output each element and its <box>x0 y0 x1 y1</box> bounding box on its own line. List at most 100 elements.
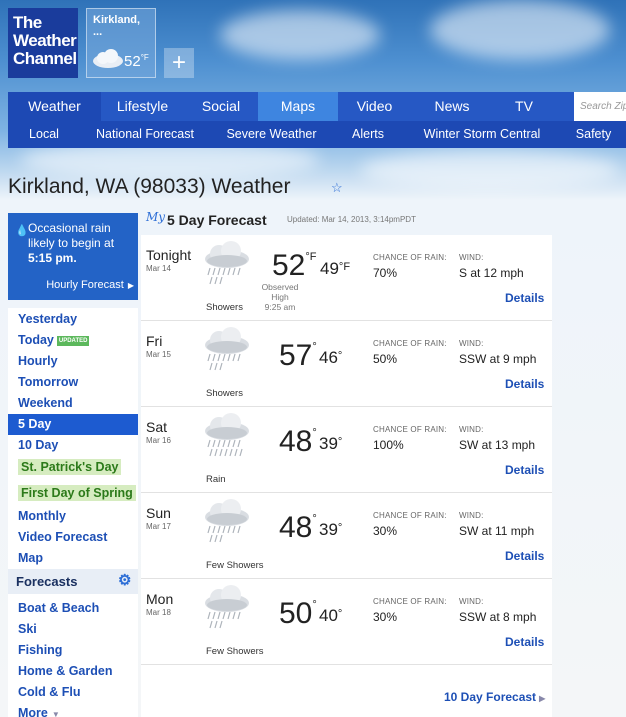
details-link[interactable]: Details <box>505 635 544 649</box>
low-temp-value: 40 <box>319 606 338 625</box>
low-temp-value: 49 <box>320 259 339 278</box>
high-temp-value: 52 <box>272 249 306 282</box>
low-temp: 49°F <box>320 259 350 279</box>
high-temp-value: 48 <box>279 425 313 458</box>
temp-unit: ° <box>337 522 343 534</box>
sidebar-item-weekend[interactable]: Weekend <box>8 393 138 414</box>
chance-of-rain-value: 70% <box>373 266 398 280</box>
forecast-day-row: Sun Mar 17 Few Showers 48° 39° CHANCE OF RAIN… <box>141 493 552 579</box>
showers-icon <box>205 499 249 543</box>
day-name: Tonight <box>146 247 192 263</box>
forecast-day-row: Fri Mar 15 Showers 57° 46° CHANCE OF RAIN: 50%… <box>141 321 552 407</box>
nav-tab-video[interactable]: Video <box>338 92 411 121</box>
nav-tab-maps[interactable]: Maps <box>258 92 338 121</box>
sidebar-item-label: First Day of Spring <box>18 485 136 501</box>
details-link[interactable]: Details <box>505 549 544 563</box>
sidebar-item-hourly[interactable]: Hourly <box>8 351 138 372</box>
chance-of-rain-label: CHANCE OF RAIN: <box>373 253 447 262</box>
sidebar-item-today[interactable]: Today UPDATED <box>8 330 138 351</box>
nav-tab-lifestyle[interactable]: Lifestyle <box>101 92 184 121</box>
sidebar-item-first-day-of-spring[interactable]: First Day of Spring <box>8 483 138 504</box>
sidebar-item-label: Hourly <box>18 354 58 368</box>
background-cloud <box>360 150 620 190</box>
observed-line: High <box>271 292 289 302</box>
sub-nav: Local National Forecast Severe Weather Aler… <box>8 121 626 148</box>
wind-value: S at 12 mph <box>459 266 524 280</box>
condition-text: Showers <box>206 302 243 313</box>
sidebar-item-label: 5 Day <box>18 417 52 431</box>
star-icon[interactable]: ☆ <box>331 180 343 196</box>
day-name: Sat <box>146 419 168 435</box>
nav-tab-tv[interactable]: TV <box>493 92 555 121</box>
forecast-day-row: Tonight Mar 14 Showers 52°F 49°F Observed High… <box>141 235 552 321</box>
add-location-button[interactable]: + <box>164 48 194 78</box>
wind-value: SSW at 8 mph <box>459 610 537 624</box>
subnav-alerts[interactable]: Alerts <box>333 121 403 148</box>
wind-label: WIND: <box>459 511 484 520</box>
saved-location-tile[interactable]: Kirkland, ... 52°F <box>86 8 156 78</box>
chance-of-rain-value: 30% <box>373 610 398 624</box>
temp-unit: ° <box>312 341 317 353</box>
forecast-link-label: Fishing <box>18 643 63 657</box>
subnav-severe-weather[interactable]: Severe Weather <box>210 121 333 148</box>
low-temp-value: 39 <box>319 520 338 539</box>
chance-of-rain-label: CHANCE OF RAIN: <box>373 511 447 520</box>
alert-message: Occasional rain likely to begin at 5:15 … <box>28 221 115 265</box>
chance-of-rain-label: CHANCE OF RAIN: <box>373 339 447 348</box>
main-nav: Weather Lifestyle Social Maps Video News TV <box>8 92 626 121</box>
sidebar-item-label: Tomorrow <box>18 375 79 389</box>
details-link[interactable]: Details <box>505 377 544 391</box>
subnav-winter-storm-central[interactable]: Winter Storm Central <box>403 121 561 148</box>
showers-icon <box>205 327 249 371</box>
nav-tab-social[interactable]: Social <box>184 92 258 121</box>
forecast-link-boat-beach[interactable]: Boat & Beach <box>8 598 138 619</box>
forecast-link-label: Cold & Flu <box>18 685 81 699</box>
forecast-link-ski[interactable]: Ski <box>8 619 138 640</box>
logo-text: The Weather Channel <box>13 13 77 68</box>
search-input[interactable]: Search Zip <box>574 92 626 121</box>
nav-tab-weather[interactable]: Weather <box>8 92 101 121</box>
sidebar-item-10-day[interactable]: 10 Day <box>8 435 138 456</box>
sidebar-item-yesterday[interactable]: Yesterday <box>8 309 138 330</box>
cloud-icon <box>93 49 123 68</box>
nav-tab-news[interactable]: News <box>411 92 493 121</box>
sidebar-item-tomorrow[interactable]: Tomorrow <box>8 372 138 393</box>
background-cloud <box>220 10 380 60</box>
details-link[interactable]: Details <box>505 291 544 305</box>
observed-line: Observed <box>261 282 299 292</box>
high-temp-value: 50 <box>279 597 313 630</box>
page-title: Kirkland, WA (98033) Weather <box>8 175 291 198</box>
low-temp: 39° <box>319 434 342 454</box>
subnav-local[interactable]: Local <box>8 121 80 148</box>
subnav-national-forecast[interactable]: National Forecast <box>80 121 210 148</box>
saved-location-name: Kirkland, ... <box>93 14 141 38</box>
details-link[interactable]: Details <box>505 463 544 477</box>
high-temp: 48° <box>279 511 317 545</box>
high-temp: 48° <box>279 425 317 459</box>
sidebar-item-st-patrick-s-day[interactable]: St. Patrick's Day <box>8 457 138 478</box>
updated-badge: UPDATED <box>56 335 90 346</box>
sidebar-item-map[interactable]: Map <box>8 548 138 569</box>
forecast-link-home-garden[interactable]: Home & Garden <box>8 661 138 682</box>
subnav-safety[interactable]: Safety <box>561 121 626 148</box>
high-temp: 50° <box>279 597 317 631</box>
weather-channel-logo[interactable]: The Weather Channel <box>8 8 78 78</box>
observed-high-note: Observed High 9:25 am <box>255 282 305 312</box>
forecast-link-cold-flu[interactable]: Cold & Flu <box>8 682 138 703</box>
forecast-day-row: Sat Mar 16 Rain 48° 39° CHANCE OF RAIN: 100% WI… <box>141 407 552 493</box>
showers-icon <box>205 241 249 285</box>
temp-unit: ° <box>312 513 317 525</box>
forecast-link-fishing[interactable]: Fishing <box>8 640 138 661</box>
sidebar-item-5-day[interactable]: 5 Day <box>8 414 138 435</box>
forecast-link-label: More <box>18 706 48 717</box>
hourly-forecast-link[interactable]: Hourly Forecast ▶ <box>8 279 134 291</box>
raindrop-icon: 💧 <box>15 225 29 237</box>
gear-icon[interactable]: ⚙ <box>118 573 131 589</box>
weather-alert-box[interactable]: 💧 Occasional rain likely to begin at 5:1… <box>8 213 138 300</box>
sidebar-item-label: Yesterday <box>18 312 78 326</box>
ten-day-forecast-link[interactable]: 10 Day Forecast ▶ <box>444 690 545 704</box>
condition-text: Few Showers <box>206 560 264 571</box>
forecast-link-more[interactable]: More ▼ <box>8 703 138 717</box>
sidebar-item-monthly[interactable]: Monthly <box>8 506 138 527</box>
sidebar-item-video-forecast[interactable]: Video Forecast <box>8 527 138 548</box>
